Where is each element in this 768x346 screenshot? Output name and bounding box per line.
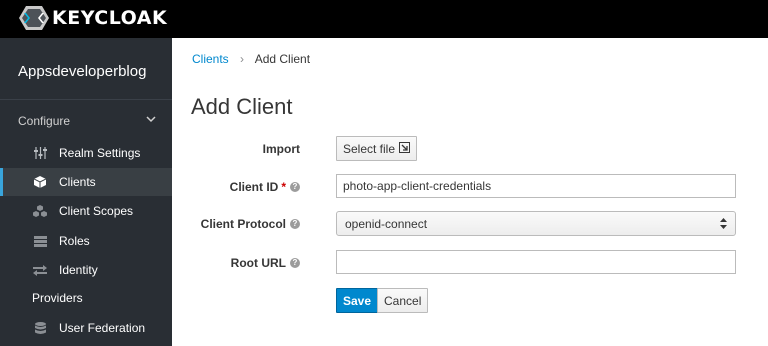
keycloak-logo-icon [19,6,49,30]
sidebar-item-client-scopes[interactable]: Client Scopes [0,197,172,225]
client-id-label: Client ID * ? [230,180,300,194]
sidebar-item-label-continuation[interactable]: Providers [32,291,83,305]
cube-icon [32,176,48,188]
breadcrumb-clients-link[interactable]: Clients [192,52,229,66]
import-label-text: Import [262,142,300,156]
chevron-down-icon [146,114,156,126]
root-url-label-text: Root URL [230,256,286,270]
sidebar-item-label: Identity [59,263,98,277]
required-marker: * [281,180,286,194]
sidebar-item-clients[interactable]: Clients [0,168,172,196]
sidebar-item-label: Roles [59,234,90,248]
client-protocol-label-text: Client Protocol [200,217,286,231]
sidebar-item-realm-settings[interactable]: Realm Settings [0,139,172,167]
configure-section-header[interactable]: Configure [18,114,158,128]
client-id-label-text: Client ID [229,180,279,194]
sidebar: Appsdeveloperblog Configure Realm Settin… [0,38,172,346]
sidebar-item-label: Clients [59,175,96,189]
cubes-icon [32,205,48,217]
root-url-label: Root URL ? [231,256,300,270]
client-protocol-value: openid-connect [345,216,428,231]
client-id-value: photo-app-client-credentials [343,179,492,193]
cancel-button[interactable]: Cancel [377,288,429,313]
breadcrumb: Clients › Add Client [192,52,310,66]
sidebar-divider [0,99,172,100]
sliders-icon [32,147,48,159]
breadcrumb-current: Add Client [254,52,311,66]
help-icon[interactable]: ? [290,182,300,192]
select-arrows-icon [720,218,727,229]
sidebar-item-label: Client Scopes [59,204,134,218]
breadcrumb-separator: › [240,52,245,66]
import-label: Import [263,142,300,156]
sidebar-item-user-federation[interactable]: User Federation [0,314,172,342]
select-file-label: Select file [343,141,396,156]
brand-name: KEYCLOAK [52,7,168,29]
client-protocol-select[interactable]: openid-connect [336,211,736,236]
list-icon [32,235,48,247]
realm-selector[interactable]: Appsdeveloperblog [18,63,146,80]
save-button[interactable]: Save [336,288,379,313]
help-icon[interactable]: ? [290,258,300,268]
sidebar-item-label: Realm Settings [59,146,141,160]
client-protocol-label: Client Protocol ? [201,217,300,231]
top-navbar: KEYCLOAK [0,0,768,38]
select-file-button[interactable]: Select file [336,136,418,161]
sidebar-item-roles[interactable]: Roles [0,227,172,255]
help-icon[interactable]: ? [290,219,300,229]
client-id-input[interactable]: photo-app-client-credentials [336,174,736,198]
database-icon [32,321,48,335]
page-title: Add Client [191,94,293,119]
sidebar-item-label: User Federation [59,321,146,335]
configure-section-label: Configure [18,114,71,128]
brand-logo[interactable]: KEYCLOAK [18,5,167,31]
root-url-input[interactable] [336,250,736,274]
exchange-icon [32,264,48,276]
file-import-icon [399,141,411,156]
sidebar-item-identity-providers[interactable]: Identity [0,256,172,284]
